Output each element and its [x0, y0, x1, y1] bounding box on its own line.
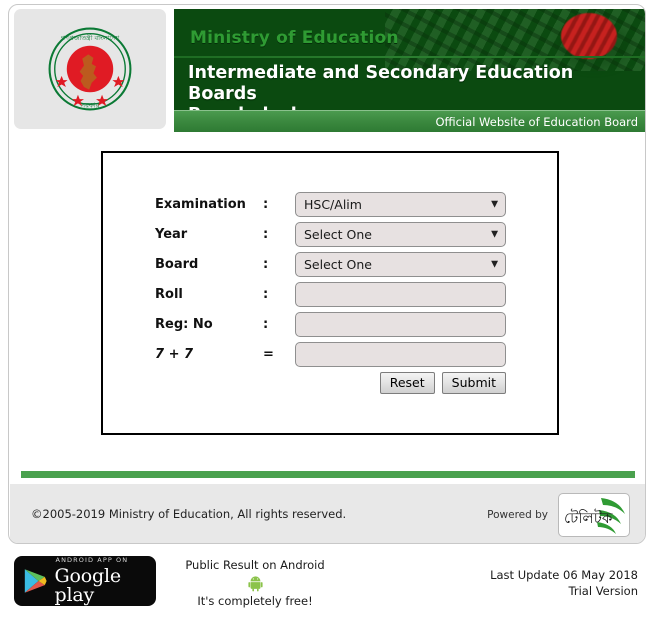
- separator-year: :: [263, 227, 269, 242]
- separator-examination: :: [263, 197, 269, 212]
- submit-button[interactable]: Submit: [441, 372, 506, 394]
- separator-captcha: =: [263, 347, 274, 362]
- banner-red-circle-icon: [561, 13, 617, 59]
- svg-text:সরকার: সরকার: [80, 102, 100, 110]
- separator-registration: :: [263, 317, 269, 332]
- android-promo-line1: Public Result on Android: [185, 558, 325, 572]
- form-row-roll: Roll :: [155, 282, 509, 307]
- separator-board: :: [263, 257, 269, 272]
- form-row-captcha: 7 + 7 =: [155, 342, 509, 367]
- reset-button[interactable]: Reset: [379, 372, 435, 394]
- label-board: Board: [155, 257, 199, 272]
- chevron-down-icon: ▼: [491, 259, 498, 269]
- form-row-examination: Examination : HSC/Alim ▼: [155, 192, 509, 217]
- site-header: গণপ্রজাতন্ত্রী বাংলাদেশ সরকার Ministry o…: [9, 5, 645, 132]
- android-promo: Public Result on Android It's completely…: [175, 557, 335, 610]
- official-tagline-band: Official Website of Education Board: [174, 110, 645, 132]
- label-examination: Examination: [155, 197, 246, 212]
- bottom-strip: ANDROID APP ON Google play Public Result…: [0, 548, 654, 619]
- form-row-registration: Reg: No :: [155, 312, 509, 337]
- gplay-big-label: Google play: [54, 564, 122, 606]
- android-robot-icon: [247, 576, 263, 592]
- last-update-text: Last Update 06 May 2018: [490, 568, 638, 582]
- page-root: গণপ্রজাতন্ত্রী বাংলাদেশ সরকার Ministry o…: [0, 0, 654, 619]
- powered-by-label: Powered by: [487, 509, 548, 521]
- bangladesh-government-emblem-icon: গণপ্রজাতন্ত্রী বাংলাদেশ সরকার: [48, 27, 132, 111]
- footer-green-bar: [21, 471, 635, 478]
- year-select-value: Select One: [304, 227, 372, 242]
- label-registration: Reg: No: [155, 317, 213, 332]
- last-update-block: Last Update 06 May 2018 Trial Version: [490, 567, 638, 599]
- main-card: গণপ্রজাতন্ত্রী বাংলাদেশ সরকার Ministry o…: [8, 4, 646, 544]
- gplay-small-label: ANDROID APP ON: [55, 556, 129, 565]
- examination-select-value: HSC/Alim: [304, 197, 362, 212]
- teletalk-logo[interactable]: টেলিটক: [558, 493, 630, 537]
- result-search-form: Examination : HSC/Alim ▼ Year : Select O…: [101, 151, 559, 435]
- android-promo-line2: It's completely free!: [197, 594, 313, 608]
- year-select[interactable]: Select One ▼: [295, 222, 506, 247]
- registration-input[interactable]: [295, 312, 506, 337]
- board-select[interactable]: Select One ▼: [295, 252, 506, 277]
- header-banner: Ministry of Education Intermediate and S…: [174, 9, 645, 132]
- examination-select[interactable]: HSC/Alim ▼: [295, 192, 506, 217]
- form-row-board: Board : Select One ▼: [155, 252, 509, 277]
- label-roll: Roll: [155, 287, 183, 302]
- trial-version-text: Trial Version: [568, 584, 638, 598]
- teletalk-logo-icon: টেলিটক: [564, 498, 625, 534]
- powered-by-group: Powered by টেলিটক: [487, 493, 630, 537]
- form-row-year: Year : Select One ▼: [155, 222, 509, 247]
- ministry-title: Ministry of Education: [190, 28, 399, 48]
- google-play-icon: [24, 569, 47, 593]
- board-title-line1: Intermediate and Secondary Education Boa…: [188, 63, 574, 104]
- roll-input[interactable]: [295, 282, 506, 307]
- official-tagline: Official Website of Education Board: [435, 114, 638, 129]
- chevron-down-icon: ▼: [491, 199, 498, 209]
- copyright-text: ©2005-2019 Ministry of Education, All ri…: [31, 507, 347, 521]
- form-row-buttons: Reset Submit: [155, 372, 509, 394]
- captcha-input[interactable]: [295, 342, 506, 367]
- teletalk-logo-wordmark: টেলিটক: [564, 509, 613, 527]
- form-table: Examination : HSC/Alim ▼ Year : Select O…: [155, 187, 509, 399]
- google-play-badge[interactable]: ANDROID APP ON Google play: [14, 556, 156, 606]
- board-select-value: Select One: [304, 257, 372, 272]
- svg-text:গণপ্রজাতন্ত্রী বাংলাদেশ: গণপ্রজাতন্ত্রী বাংলাদেশ: [61, 34, 120, 42]
- site-footer: ©2005-2019 Ministry of Education, All ri…: [10, 484, 645, 543]
- separator-roll: :: [263, 287, 269, 302]
- label-year: Year: [155, 227, 188, 242]
- emblem-panel: গণপ্রজাতন্ত্রী বাংলাদেশ সরকার: [14, 9, 166, 129]
- header-divider: [174, 56, 645, 58]
- label-captcha-question: 7 + 7: [155, 347, 194, 362]
- chevron-down-icon: ▼: [491, 229, 498, 239]
